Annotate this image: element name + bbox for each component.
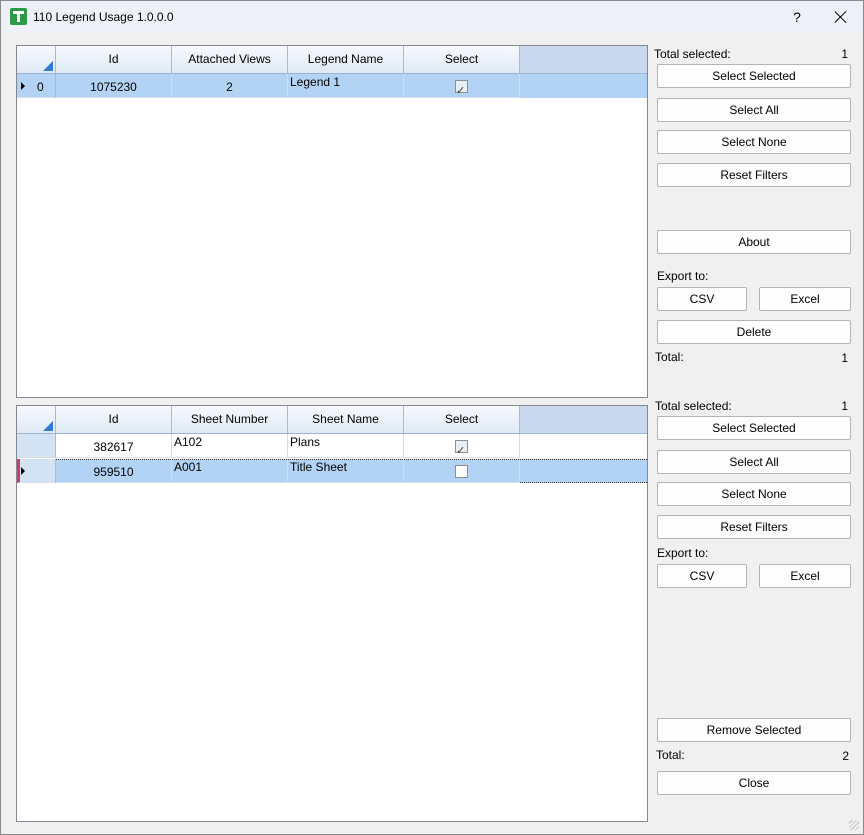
select-all-corner[interactable] [17,46,56,73]
resize-grip-icon[interactable] [849,820,859,830]
column-header-legend-name[interactable]: Legend Name [288,46,404,73]
select-checkbox[interactable] [455,438,468,457]
title-bar: 110 Legend Usage 1.0.0.0 ? [1,1,863,33]
select-checkbox[interactable] [455,465,468,479]
top-export-excel-button[interactable]: Excel [759,287,851,311]
sheets-grid-header: Id Sheet Number Sheet Name Select [17,406,647,434]
window-title: 110 Legend Usage 1.0.0.0 [33,10,174,24]
cell-legend-name[interactable]: Legend 1 [288,74,404,98]
cell-sheet-number[interactable]: A001 [172,459,288,483]
cell-select [404,74,520,98]
top-total-selected-label: Total selected: [654,47,731,61]
column-header-id[interactable]: Id [56,46,172,73]
current-row-arrow-icon [21,467,25,475]
cell-attached-views[interactable]: 2 [172,74,288,98]
top-export-csv-button[interactable]: CSV [657,287,747,311]
close-window-icon[interactable] [829,5,853,29]
cell-id[interactable]: 959510 [56,459,172,483]
cell-id[interactable]: 382617 [56,434,172,458]
bottom-reset-filters-button[interactable]: Reset Filters [657,515,851,539]
corner-triangle-icon [43,421,53,431]
column-header-sheet-name[interactable]: Sheet Name [288,406,404,433]
row-header[interactable] [17,459,56,483]
header-filler [520,46,647,73]
row-header[interactable]: 0 [17,74,56,98]
top-reset-filters-button[interactable]: Reset Filters [657,163,851,187]
cell-sheet-number[interactable]: A102 [172,434,288,458]
bottom-total-selected-value: 1 [841,399,848,413]
column-header-select[interactable]: Select [404,46,520,73]
legends-grid[interactable]: Id Attached Views Legend Name Select 0 1… [16,45,648,398]
cell-sheet-name[interactable]: Plans [288,434,404,458]
delete-button[interactable]: Delete [657,320,851,344]
bottom-total-value: 2 [842,749,849,763]
bottom-export-csv-button[interactable]: CSV [657,564,747,588]
sheets-grid[interactable]: Id Sheet Number Sheet Name Select 382617… [16,405,648,822]
legends-grid-header: Id Attached Views Legend Name Select [17,46,647,74]
remove-selected-button[interactable]: Remove Selected [657,718,851,742]
select-all-corner[interactable] [17,406,56,433]
row-index: 0 [37,80,44,94]
cell-sheet-name[interactable]: Title Sheet [288,459,404,483]
select-checkbox[interactable] [455,78,468,97]
table-row[interactable]: 382617 A102 Plans [17,434,647,458]
table-row[interactable]: 0 1075230 2 Legend 1 [17,74,647,98]
top-select-all-button[interactable]: Select All [657,98,851,122]
bottom-total-selected-label: Total selected: [655,399,732,413]
top-select-none-button[interactable]: Select None [657,130,851,154]
bottom-select-all-button[interactable]: Select All [657,450,851,474]
current-row-arrow-icon [21,82,25,90]
row-header[interactable] [17,434,56,458]
bottom-select-selected-button[interactable]: Select Selected [657,416,851,440]
app-logo-icon [10,8,27,25]
table-row[interactable]: 959510 A001 Title Sheet [17,459,647,483]
cell-id[interactable]: 1075230 [56,74,172,98]
column-header-sheet-number[interactable]: Sheet Number [172,406,288,433]
column-header-select[interactable]: Select [404,406,520,433]
column-header-attached-views[interactable]: Attached Views [172,46,288,73]
about-button[interactable]: About [657,230,851,254]
column-header-id[interactable]: Id [56,406,172,433]
top-total-selected-value: 1 [841,47,848,61]
corner-triangle-icon [43,61,53,71]
header-filler [520,406,647,433]
cell-select [404,459,520,483]
app-window: 110 Legend Usage 1.0.0.0 ? Id Attached V… [0,0,864,835]
top-total-label: Total: [655,350,684,364]
bottom-select-none-button[interactable]: Select None [657,482,851,506]
help-button[interactable]: ? [787,7,807,27]
bottom-export-to-label: Export to: [657,546,709,560]
top-export-to-label: Export to: [657,269,709,283]
bottom-export-excel-button[interactable]: Excel [759,564,851,588]
cell-select [404,434,520,458]
top-total-value: 1 [841,351,848,365]
top-select-selected-button[interactable]: Select Selected [657,64,851,88]
close-button[interactable]: Close [657,771,851,795]
bottom-total-label: Total: [656,748,685,762]
